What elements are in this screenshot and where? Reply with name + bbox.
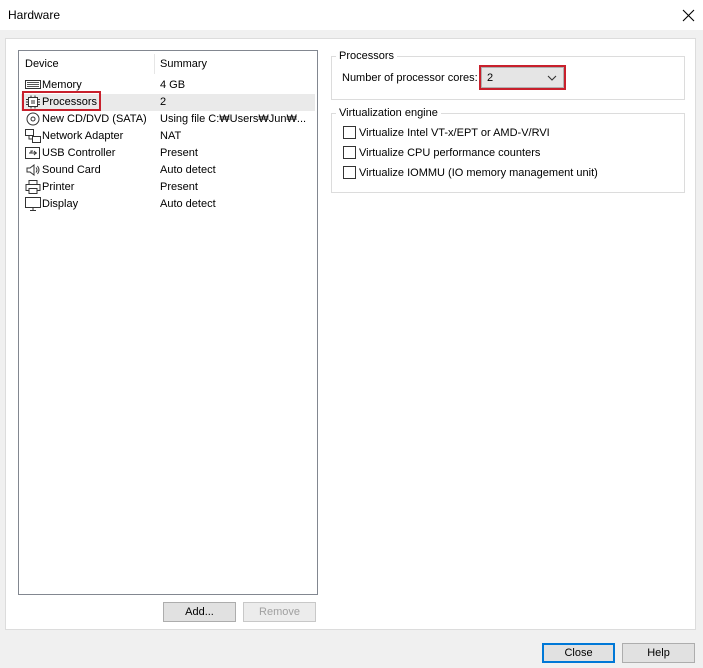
chevron-down-icon [547, 75, 557, 81]
add-button[interactable]: Add... [163, 602, 236, 622]
processor-cores-select[interactable]: 2 [481, 67, 564, 88]
processor-cores-label: Number of processor cores: [342, 72, 478, 84]
window-close-button[interactable] [673, 0, 703, 30]
cpu-performance-counters-checkbox[interactable] [343, 146, 356, 159]
virtualization-group-label: Virtualization engine [336, 107, 441, 119]
device-summary: 2 [160, 96, 167, 108]
device-name: Sound Card [42, 164, 101, 176]
remove-button[interactable]: Remove [243, 602, 316, 622]
printer-icon [25, 180, 41, 194]
display-icon [25, 197, 41, 211]
help-button[interactable]: Help [622, 643, 695, 663]
processors-group-label: Processors [336, 50, 398, 62]
column-header-summary[interactable]: Summary [160, 58, 207, 70]
device-summary: Auto detect [160, 164, 216, 176]
iommu-label[interactable]: Virtualize IOMMU (IO memory management u… [359, 167, 598, 179]
device-name: Display [42, 198, 79, 210]
device-row-printer[interactable]: Printer Present [21, 179, 315, 196]
usb-icon [25, 147, 40, 159]
device-summary: 4 GB [160, 79, 186, 91]
device-row-usb-controller[interactable]: USB Controller Present [21, 145, 315, 162]
device-summary: Present [160, 147, 198, 159]
cpu-performance-counters-label[interactable]: Virtualize CPU performance counters [359, 147, 540, 159]
device-name: Printer [42, 181, 75, 193]
device-row-cd-dvd[interactable]: New CD/DVD (SATA) Using file C:₩Users₩Ju… [21, 111, 315, 128]
column-header-device[interactable]: Device [25, 58, 59, 70]
cd-dvd-icon [26, 112, 40, 126]
device-name: USB Controller [42, 147, 116, 159]
device-row-display[interactable]: Display Auto detect [21, 196, 315, 213]
device-summary: NAT [160, 130, 182, 142]
title-bar: Hardware [0, 0, 703, 30]
iommu-checkbox[interactable] [343, 166, 356, 179]
speaker-icon [26, 164, 40, 176]
vt-x-ept-checkbox[interactable] [343, 126, 356, 139]
memory-icon [25, 80, 41, 89]
device-name: Memory [42, 79, 82, 91]
processor-icon [26, 95, 40, 109]
window-title: Hardware [8, 8, 61, 22]
device-row-processors[interactable]: Processors 2 [21, 91, 315, 111]
device-row-network-adapter[interactable]: Network Adapter NAT [21, 128, 315, 145]
vt-x-ept-label[interactable]: Virtualize Intel VT-x/EPT or AMD-V/RVI [359, 127, 550, 139]
device-row-sound-card[interactable]: Sound Card Auto detect [21, 162, 315, 179]
device-list[interactable]: Device Summary Memory 4 GB Processors 2 … [18, 50, 318, 595]
processor-cores-value: 2 [487, 72, 494, 84]
close-button[interactable]: Close [542, 643, 615, 663]
device-summary: Auto detect [160, 198, 216, 210]
device-row-memory[interactable]: Memory 4 GB [21, 77, 315, 94]
network-adapter-icon [25, 129, 41, 143]
close-icon [682, 9, 694, 21]
column-divider[interactable] [154, 54, 155, 74]
device-summary: Using file C:₩Users₩Jun₩... [160, 113, 307, 125]
device-name: Processors [42, 96, 98, 108]
device-summary: Present [160, 181, 198, 193]
device-name: Network Adapter [42, 130, 124, 142]
device-name: New CD/DVD (SATA) [42, 113, 147, 125]
